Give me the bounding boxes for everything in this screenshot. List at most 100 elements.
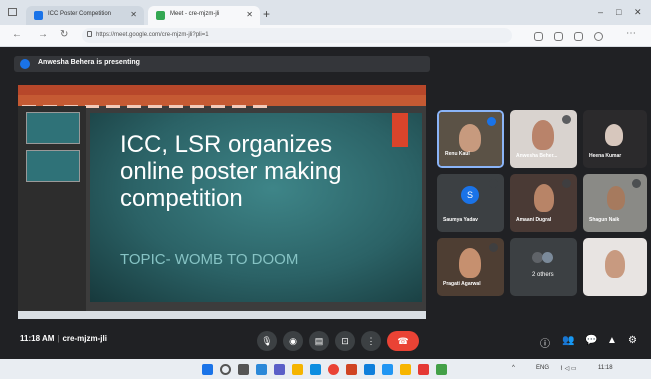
favorites-icon[interactable] (554, 32, 563, 41)
more-icon[interactable]: ⋯ (626, 28, 636, 39)
file-explorer-icon[interactable] (292, 364, 303, 375)
presenting-banner: Anwesha Behera is presenting (14, 56, 430, 72)
tab-meet[interactable]: Meet - cre-mjzm-jli ✕ (148, 6, 260, 25)
presenter-avatar (20, 59, 30, 69)
app-icon[interactable] (436, 364, 447, 375)
chrome-icon[interactable] (328, 364, 339, 375)
url-text: https://meet.google.com/cre-mjzm-jli?pli… (96, 32, 209, 38)
participant-name: Saumya Yadav (443, 217, 478, 223)
new-tab-button[interactable]: + (263, 7, 270, 21)
activities-icon[interactable]: ▲ (607, 335, 617, 346)
windows-taskbar: ^ ENG ⌇ ◁ ▭ 11:18 (0, 359, 651, 379)
mic-off-icon (489, 243, 498, 252)
participant-tile[interactable]: Heena Kumar (583, 110, 647, 168)
powerpoint-icon[interactable] (346, 364, 357, 375)
mail-icon[interactable] (364, 364, 375, 375)
url-input[interactable]: https://meet.google.com/cre-mjzm-jli?pli… (82, 28, 512, 43)
participant-tile[interactable]: S Saumya Yadav (437, 174, 504, 232)
lock-icon (87, 31, 92, 37)
media-icon[interactable] (418, 364, 429, 375)
minimize-button[interactable]: – (598, 7, 603, 17)
tab-title: Meet - cre-mjzm-jli (170, 11, 220, 17)
ppt-title-bar (18, 85, 426, 95)
participant-face (532, 120, 554, 150)
tab-close-icon[interactable]: ✕ (130, 10, 137, 19)
tab-close-icon[interactable]: ✕ (246, 10, 253, 19)
meeting-code: cre-mjzm-jli (62, 334, 107, 343)
participant-tile[interactable]: Renu Kaul (437, 110, 504, 168)
ppt-status-bar (18, 311, 426, 319)
slide: ICC, LSR organizes online poster making … (90, 113, 422, 302)
participant-tile[interactable] (583, 238, 647, 296)
task-view-icon[interactable] (238, 364, 249, 375)
maximize-button[interactable]: □ (616, 7, 621, 17)
people-icon[interactable]: 👥 (562, 335, 574, 346)
store-icon[interactable] (382, 364, 393, 375)
ppt-ribbon (18, 95, 426, 108)
forward-icon[interactable]: → (38, 29, 48, 40)
participant-face (459, 248, 481, 278)
participant-tile[interactable]: Amaani Dugral (510, 174, 577, 232)
participant-name: Heena Kumar (589, 153, 622, 159)
tray-up-icon[interactable]: ^ (512, 365, 515, 371)
back-icon[interactable]: ← (12, 29, 22, 40)
participant-tile[interactable]: Pragati Agarwal (437, 238, 504, 296)
other-avatar-icon (542, 252, 553, 263)
others-count: 2 others (532, 272, 554, 278)
camera-button[interactable]: ◉ (283, 331, 303, 351)
mic-button[interactable]: 🎙 (257, 331, 277, 351)
meet-favicon-icon (156, 11, 165, 20)
profile-icon[interactable] (594, 32, 603, 41)
participant-face (534, 184, 554, 212)
host-controls-icon[interactable]: ⚙ (628, 335, 637, 346)
chat-app-icon[interactable] (274, 364, 285, 375)
meeting-info: 11:18 AM | cre-mjzm-jli (20, 334, 107, 343)
address-bar-row: ← → ↻ https://meet.google.com/cre-mjzm-j… (0, 25, 651, 47)
end-call-button[interactable]: ☎ (387, 331, 419, 351)
slide-accent-bar (392, 113, 408, 147)
window-menu-icon[interactable] (8, 8, 17, 16)
participant-face (605, 250, 625, 278)
collections-icon[interactable] (574, 32, 583, 41)
info-icon[interactable]: ⓘ (540, 335, 550, 350)
participant-name: Pragati Agarwal (443, 281, 481, 287)
participant-video (510, 238, 577, 296)
captions-button[interactable]: ▤ (309, 331, 329, 351)
wifi-volume-battery-icon[interactable]: ⌇ ◁ ▭ (560, 365, 577, 372)
mic-off-icon (632, 179, 641, 188)
tray-language[interactable]: ENG (536, 365, 549, 371)
participant-face (459, 124, 481, 152)
chat-icon[interactable]: 💬 (585, 335, 597, 346)
reload-icon[interactable]: ↻ (60, 29, 68, 40)
close-window-button[interactable]: ✕ (634, 7, 642, 18)
participant-name: Anwesha Beher... (516, 153, 558, 159)
browser-tab-strip: ICC Poster Competition ✕ Meet - cre-mjzm… (0, 0, 651, 25)
speaking-icon (487, 117, 496, 126)
present-button[interactable]: ⊡ (335, 331, 355, 351)
tray-clock[interactable]: 11:18 (598, 365, 613, 371)
extensions-icon[interactable] (534, 32, 543, 41)
participant-face (607, 186, 625, 210)
participant-tile[interactable]: Shagun Naik (583, 174, 647, 232)
participant-name: Shagun Naik (589, 217, 620, 223)
more-options-button[interactable]: ⋮ (361, 331, 381, 351)
tab-icc-poster[interactable]: ICC Poster Competition ✕ (26, 6, 144, 25)
folder-icon[interactable] (400, 364, 411, 375)
participant-name: Renu Kaul (445, 151, 470, 157)
slide-subtitle: TOPIC- WOMB TO DOOM (120, 251, 299, 268)
slide-title: ICC, LSR organizes online poster making … (120, 131, 342, 212)
shared-screen: ICC, LSR organizes online poster making … (18, 85, 426, 319)
participant-face (605, 124, 623, 146)
start-icon[interactable] (202, 364, 213, 375)
widgets-icon[interactable] (256, 364, 267, 375)
search-icon[interactable] (220, 364, 231, 375)
mic-off-icon (562, 179, 571, 188)
presenting-text: Anwesha Behera is presenting (38, 59, 140, 66)
slide-thumbnails-panel (18, 106, 86, 311)
participant-tile[interactable]: Anwesha Beher... (510, 110, 577, 168)
meeting-time: 11:18 AM (20, 334, 55, 343)
tab-favicon-icon (34, 11, 43, 20)
tab-title: ICC Poster Competition (48, 11, 112, 17)
others-tile[interactable]: 2 others (510, 238, 577, 296)
edge-icon[interactable] (310, 364, 321, 375)
